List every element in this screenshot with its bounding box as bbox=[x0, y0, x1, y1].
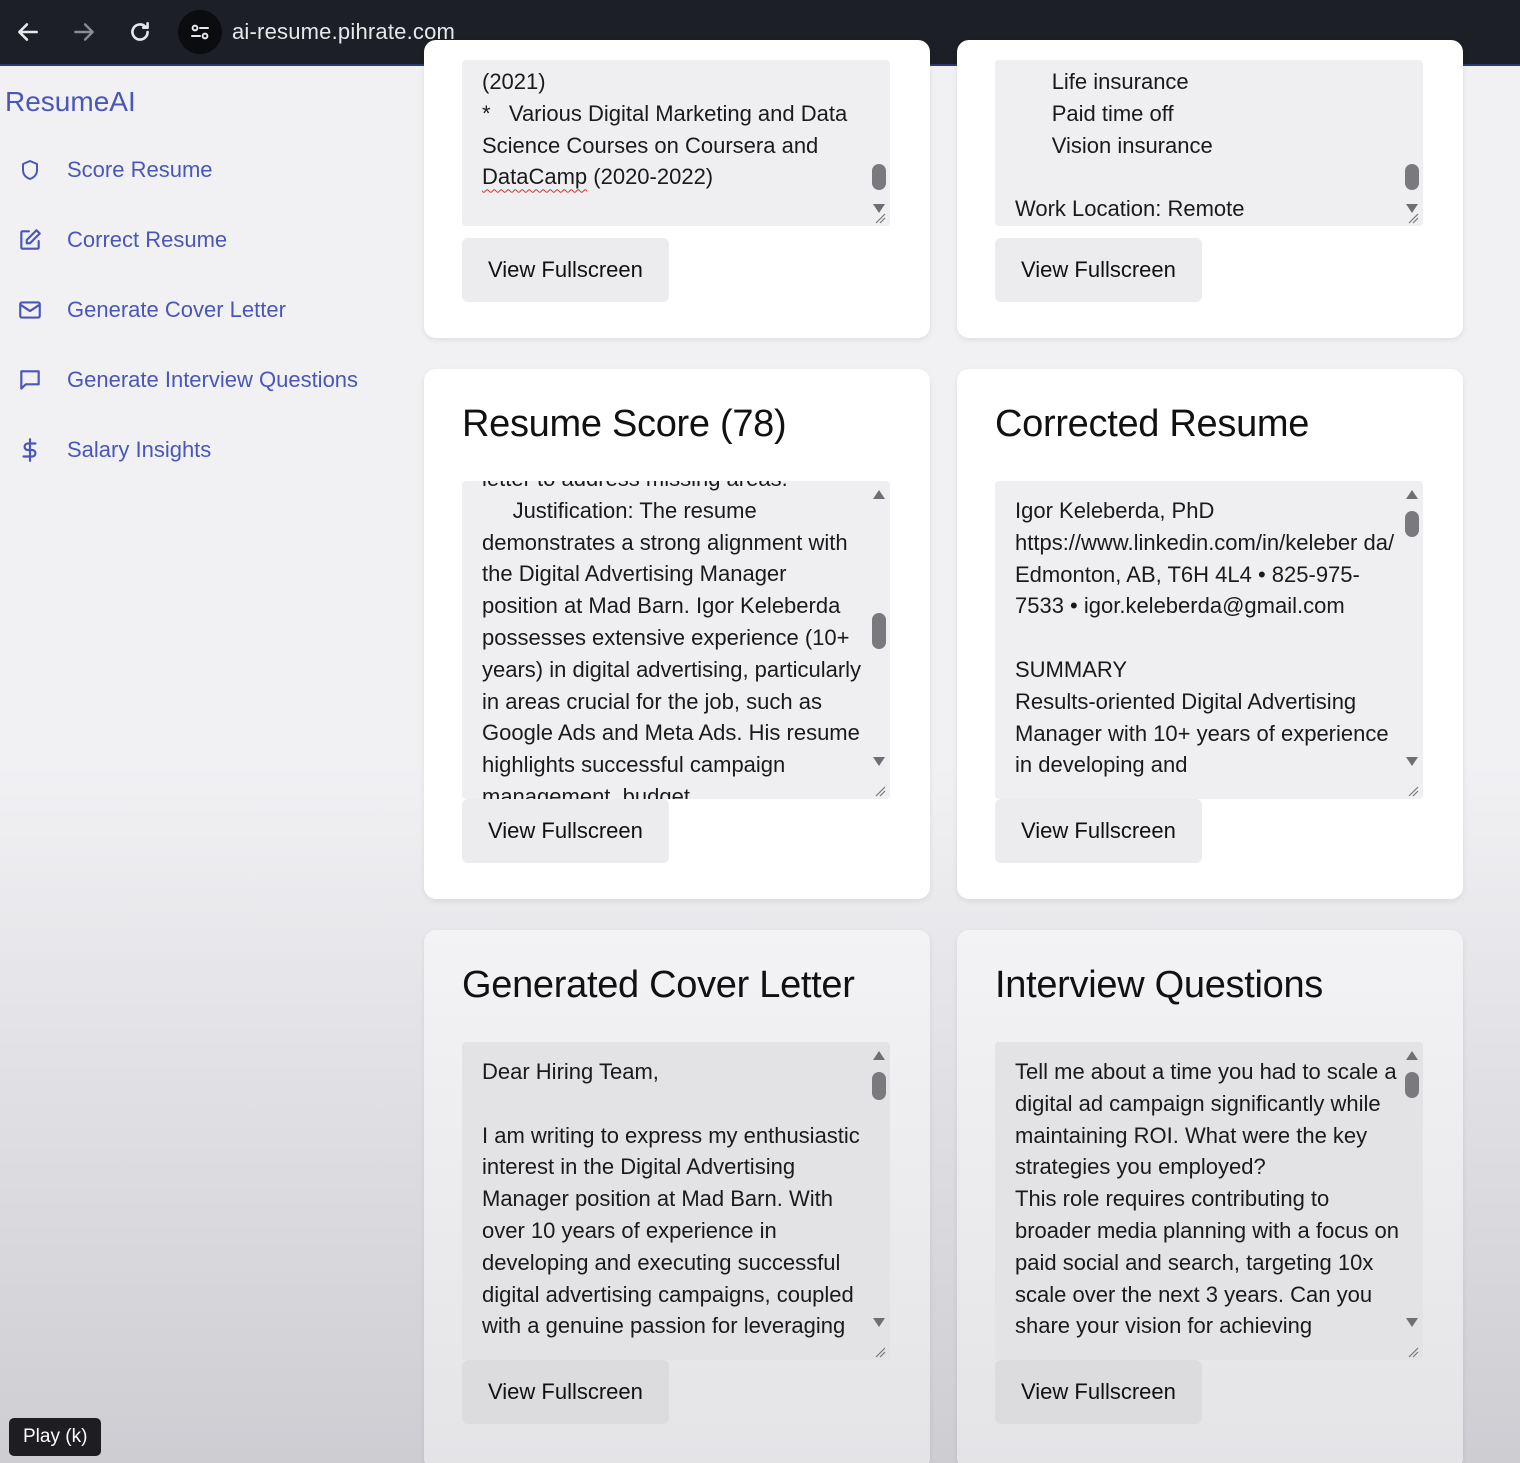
resize-handle-icon[interactable] bbox=[874, 1346, 886, 1358]
reload-icon[interactable] bbox=[120, 12, 160, 52]
corrected-resume-text-area[interactable]: Igor Keleberda, PhD https://www.linkedin… bbox=[995, 481, 1423, 799]
resize-handle-icon[interactable] bbox=[1407, 212, 1419, 224]
card-title: Interview Questions bbox=[995, 964, 1324, 1006]
forward-arrow-icon[interactable] bbox=[64, 12, 104, 52]
resume-score-text-content: letter to address missing areas. Justifi… bbox=[482, 481, 862, 799]
back-arrow-icon[interactable] bbox=[8, 12, 48, 52]
resize-handle-icon[interactable] bbox=[1407, 785, 1419, 797]
scrollbar-thumb[interactable] bbox=[872, 164, 886, 190]
sidebar-item-label: Generate Cover Letter bbox=[67, 297, 286, 322]
card-corrected-resume: Corrected Resume Igor Keleberda, PhD htt… bbox=[957, 369, 1463, 899]
chat-icon bbox=[16, 366, 44, 394]
scrollbar-thumb[interactable] bbox=[872, 1072, 886, 1100]
dollar-icon bbox=[16, 436, 44, 464]
card-job-description: Life insurance Paid time off Vision insu… bbox=[957, 40, 1463, 338]
resize-handle-icon[interactable] bbox=[1407, 1346, 1419, 1358]
mail-icon bbox=[16, 296, 44, 324]
scrollbar-thumb[interactable] bbox=[872, 613, 886, 649]
job-description-text-area[interactable]: Life insurance Paid time off Vision insu… bbox=[995, 60, 1423, 226]
card-title: Resume Score (78) bbox=[462, 403, 787, 445]
view-fullscreen-button[interactable]: View Fullscreen bbox=[995, 238, 1202, 302]
scroll-down-arrow-icon[interactable] bbox=[1405, 1316, 1419, 1328]
scroll-up-arrow-icon[interactable] bbox=[1405, 1050, 1419, 1062]
sidebar-item-label: Generate Interview Questions bbox=[67, 367, 359, 392]
card-title: Corrected Resume bbox=[995, 403, 1310, 445]
corrected-resume-text-content: Igor Keleberda, PhD https://www.linkedin… bbox=[1015, 498, 1395, 778]
scroll-up-arrow-icon[interactable] bbox=[1405, 489, 1419, 501]
sidebar-item-correct-resume[interactable]: Correct Resume bbox=[16, 226, 227, 254]
cover-letter-text-content: Dear Hiring Team, I am writing to expres… bbox=[482, 1059, 860, 1339]
resume-text-content: (2021) * Various Digital Marketing and D… bbox=[482, 69, 848, 190]
card-cover-letter: Generated Cover Letter Dear Hiring Team,… bbox=[424, 930, 930, 1463]
brand-logo[interactable]: ResumeAI bbox=[5, 86, 136, 118]
sidebar-item-generate-interview-questions[interactable]: Generate Interview Questions bbox=[16, 366, 358, 394]
scrollbar-thumb[interactable] bbox=[1405, 511, 1419, 537]
scrollbar-thumb[interactable] bbox=[1405, 164, 1419, 190]
resize-handle-icon[interactable] bbox=[874, 785, 886, 797]
view-fullscreen-button[interactable]: View Fullscreen bbox=[995, 799, 1202, 863]
scrollbar-thumb[interactable] bbox=[1405, 1072, 1419, 1098]
sidebar-item-generate-cover-letter[interactable]: Generate Cover Letter bbox=[16, 296, 286, 324]
job-description-text-content: Life insurance Paid time off Vision insu… bbox=[1015, 69, 1245, 222]
sidebar-item-salary-insights[interactable]: Salary Insights bbox=[16, 436, 211, 464]
scroll-down-arrow-icon[interactable] bbox=[872, 1316, 886, 1328]
site-info-icon[interactable] bbox=[178, 10, 222, 54]
card-score-input: (2021) * Various Digital Marketing and D… bbox=[424, 40, 930, 338]
resize-handle-icon[interactable] bbox=[874, 212, 886, 224]
resume-text-area[interactable]: (2021) * Various Digital Marketing and D… bbox=[462, 60, 890, 226]
scroll-down-arrow-icon[interactable] bbox=[872, 755, 886, 767]
sidebar-item-label: Salary Insights bbox=[67, 437, 212, 462]
cover-letter-text-area[interactable]: Dear Hiring Team, I am writing to expres… bbox=[462, 1042, 890, 1360]
interview-questions-text-content: Tell me about a time you had to scale a … bbox=[1015, 1059, 1400, 1339]
play-tooltip: Play (k) bbox=[9, 1418, 102, 1456]
card-title: Generated Cover Letter bbox=[462, 964, 855, 1006]
address-bar-url[interactable]: ai-resume.pihrate.com bbox=[232, 19, 455, 45]
scroll-up-arrow-icon[interactable] bbox=[872, 489, 886, 501]
view-fullscreen-button[interactable]: View Fullscreen bbox=[462, 799, 669, 863]
card-interview-questions: Interview Questions Tell me about a time… bbox=[957, 930, 1463, 1463]
card-resume-score: Resume Score (78) letter to address miss… bbox=[424, 369, 930, 899]
resume-score-text-area[interactable]: letter to address missing areas. Justifi… bbox=[462, 481, 890, 799]
sidebar-item-label: Correct Resume bbox=[67, 227, 228, 252]
sidebar-item-label: Score Resume bbox=[67, 157, 213, 182]
interview-questions-text-area[interactable]: Tell me about a time you had to scale a … bbox=[995, 1042, 1423, 1360]
scroll-down-arrow-icon[interactable] bbox=[1405, 755, 1419, 767]
view-fullscreen-button[interactable]: View Fullscreen bbox=[995, 1360, 1202, 1424]
view-fullscreen-button[interactable]: View Fullscreen bbox=[462, 238, 669, 302]
view-fullscreen-button[interactable]: View Fullscreen bbox=[462, 1360, 669, 1424]
edit-icon bbox=[16, 226, 44, 254]
scroll-up-arrow-icon[interactable] bbox=[872, 1050, 886, 1062]
shield-icon bbox=[16, 156, 44, 184]
sidebar-item-score-resume[interactable]: Score Resume bbox=[16, 156, 213, 184]
